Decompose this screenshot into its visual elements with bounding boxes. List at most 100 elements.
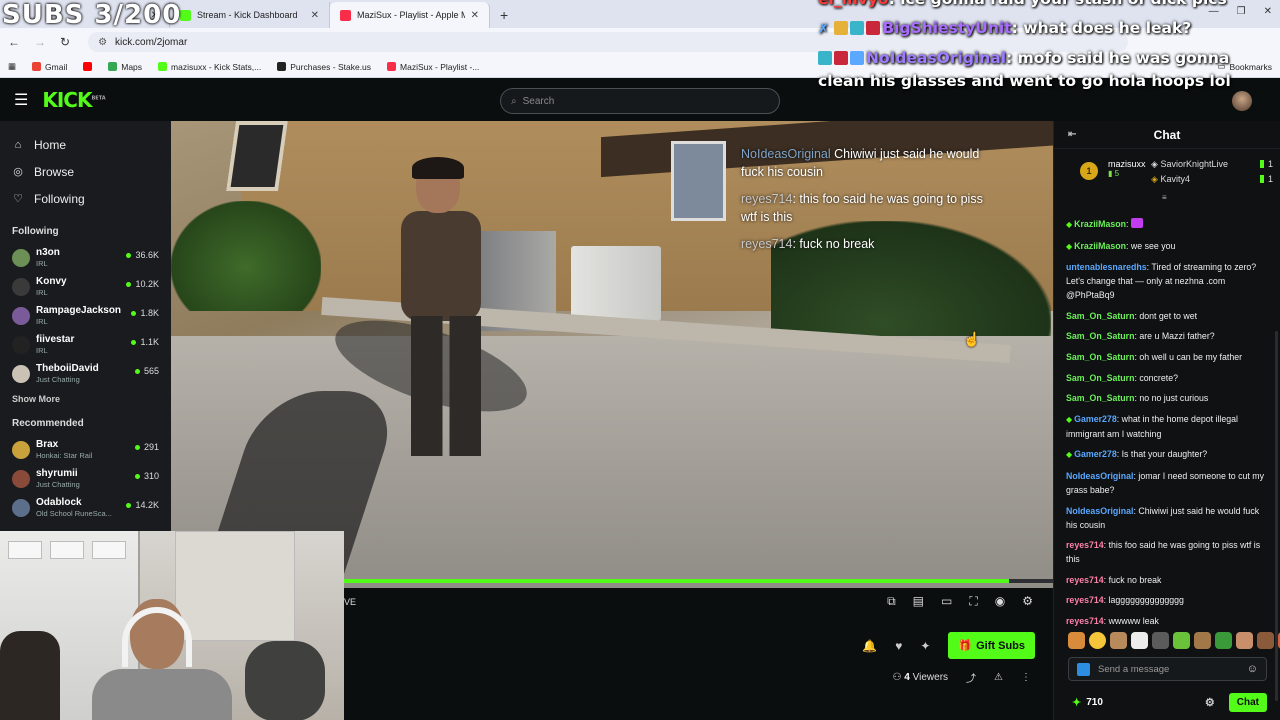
chat-username[interactable]: Sam_On_Saturn (1066, 393, 1134, 403)
gift-subs-button[interactable]: 🎁 Gift Subs (948, 632, 1035, 659)
new-tab-button[interactable]: + (490, 2, 518, 28)
close-tab-icon[interactable]: ✕ (471, 10, 479, 21)
browser-tab-apple-music[interactable]: MaziSux - Playlist - Apple Music ✕ (330, 2, 490, 28)
following-channel[interactable]: fiivestar IRL 1.1K (0, 330, 171, 359)
following-channel[interactable]: TheboiiDavid Just Chatting 565 (0, 359, 171, 388)
chat-username[interactable]: Gamer278 (1074, 449, 1117, 459)
report-icon[interactable]: ⚠ (994, 672, 1003, 683)
chat-username[interactable]: Sam_On_Saturn (1066, 311, 1134, 321)
following-channel[interactable]: n3on IRL 36.6K (0, 243, 171, 272)
bookmark-maps[interactable]: Maps (108, 62, 142, 72)
settings-gear-icon[interactable]: ⚙ (1022, 594, 1033, 609)
chat-username[interactable]: untenablesnaredhs (1066, 262, 1147, 272)
show-more-button[interactable]: Show More (0, 394, 171, 404)
chat-username[interactable]: NoIdeasOriginal (1066, 471, 1133, 481)
close-tab-icon[interactable]: ✕ (311, 10, 319, 21)
emote-icon[interactable] (1131, 632, 1148, 649)
more-options-icon[interactable]: ⋮ (1021, 672, 1031, 683)
chat-username[interactable]: KraziiMason (1074, 219, 1126, 229)
nav-home[interactable]: ⌂ Home (0, 131, 171, 158)
recommended-channel[interactable]: Odablock Old School RuneSca... 14.2K (0, 493, 171, 522)
clip-icon[interactable]: ▤ (913, 594, 924, 609)
search-input[interactable]: ⌕ Search (500, 88, 780, 114)
share-icon[interactable]: ⤴ (966, 670, 976, 685)
emote-icon[interactable] (1152, 632, 1169, 649)
nav-browse[interactable]: ◎ Browse (0, 158, 171, 185)
chat-username[interactable]: Sam_On_Saturn (1066, 352, 1134, 362)
avatar (12, 440, 30, 459)
overlay-message: NoIdeasOriginal Chiwiwi just said he wou… (741, 145, 1001, 181)
viewer-count-value: 310 (143, 471, 159, 481)
following-list: n3on IRL 36.6K Konvy IRL 10.2K RampageJackso… (0, 243, 171, 388)
chat-username[interactable]: reyes714 (1066, 575, 1104, 585)
menu-icon[interactable]: ☰ (14, 90, 28, 110)
nav-following[interactable]: ♡ Following (0, 185, 171, 212)
chat-username[interactable]: reyes714 (1066, 616, 1104, 626)
following-channel[interactable]: Konvy IRL 10.2K (0, 272, 171, 301)
notification-bell-icon[interactable]: 🔔 (862, 639, 877, 653)
quality-icon[interactable]: ◉ (995, 594, 1005, 609)
recommended-channel[interactable]: shyrumii Just Chatting 310 (0, 464, 171, 493)
emote-icon[interactable] (1194, 632, 1211, 649)
gifter-list: ◈ SaviorKnightLive 1 ◈ Kavity4 1 (1151, 159, 1273, 189)
badge-icon (834, 51, 848, 65)
bookmark-kick-stats[interactable]: mazisuxx - Kick Stats,... (158, 62, 261, 72)
bookmark-stake[interactable]: Purchases - Stake.us (277, 62, 371, 72)
bookmark-apple-music[interactable]: MaziSux - Playlist -... (387, 62, 479, 72)
chat-username[interactable]: reyes714 (1066, 595, 1104, 605)
chat-username[interactable]: Gamer278 (1074, 414, 1117, 424)
chat-message-input[interactable]: Send a message ☺ (1068, 657, 1267, 681)
emote-icon[interactable] (1089, 632, 1106, 649)
channel-points[interactable]: ✦ 710 (1072, 696, 1103, 709)
back-icon[interactable]: ← (8, 35, 20, 49)
video-player[interactable]: NoIdeasOriginal Chiwiwi just said he wou… (171, 121, 1053, 588)
apps-grid-icon[interactable]: ▦ (8, 61, 16, 72)
pip-icon[interactable]: ⧉ (887, 594, 896, 609)
emote-icon[interactable] (1068, 632, 1085, 649)
emote-bar (1068, 632, 1280, 649)
live-dot-icon (134, 444, 140, 450)
avatar (12, 335, 30, 354)
kick-logo[interactable]: KICKBETA (42, 88, 105, 112)
stream-stats: ⚇ 4 Viewers ⤴ ⚠ ⋮ (893, 670, 1031, 685)
viewer-count-value: 1.8K (140, 308, 159, 318)
chat-username[interactable]: Sam_On_Saturn (1066, 373, 1134, 383)
emoji-picker-icon[interactable]: ☺ (1247, 663, 1258, 675)
chat-username[interactable]: KraziiMason (1074, 241, 1126, 251)
site-info-icon[interactable]: ⚙ (98, 37, 107, 48)
viewer-count: 10.2K (126, 279, 159, 289)
forward-icon[interactable]: → (34, 35, 46, 49)
emote-icon[interactable] (1110, 632, 1127, 649)
emote-icon[interactable] (1215, 632, 1232, 649)
send-chat-button[interactable]: Chat (1228, 693, 1267, 712)
nav-label: Browse (34, 164, 75, 179)
expand-leaderboard-icon[interactable]: ≡ (1162, 193, 1167, 202)
collapse-chat-icon[interactable]: ⇤ (1068, 129, 1076, 140)
chat-username[interactable]: Sam_On_Saturn (1066, 331, 1134, 341)
browser-tab-kick-dashboard[interactable]: Stream - Kick Dashboard ✕ (170, 2, 330, 28)
emote-icon[interactable] (1236, 632, 1253, 649)
chat-username[interactable]: reyes714 (1066, 540, 1104, 550)
live-dot-icon (134, 473, 140, 479)
chat-footer: ✦ 710 ⚙ Chat (1072, 693, 1267, 712)
badge-icon: ◆ (1066, 450, 1073, 460)
chat-username[interactable]: NoIdeasOriginal (1066, 506, 1133, 516)
emote-icon[interactable] (1257, 632, 1274, 649)
avatar (12, 498, 30, 517)
obs-chat-message: NoIdeasOriginal: mofo said he was gonna … (818, 49, 1231, 90)
kick-emote-icon[interactable] (1077, 662, 1090, 676)
gem-icon: ◈ (1151, 174, 1158, 184)
bookmark-gmail[interactable]: Gmail (32, 62, 67, 72)
reload-icon[interactable]: ↻ (60, 35, 70, 49)
fullscreen-icon[interactable]: ⛶ (969, 594, 977, 609)
sparkle-icon[interactable]: ✦ (920, 639, 930, 653)
chat-settings-gear-icon[interactable]: ⚙ (1205, 696, 1215, 709)
chat-message: NoIdeasOriginal: jomar I need someone to… (1066, 470, 1265, 495)
bookmark-youtube[interactable] (83, 62, 93, 71)
following-channel[interactable]: RampageJackson IRL 1.8K (0, 301, 171, 330)
recommended-channel[interactable]: Brax Honkai: Star Rail 291 (0, 435, 171, 464)
theater-mode-icon[interactable]: ▭ (941, 594, 952, 609)
nav-label: Following (34, 191, 85, 206)
emote-icon[interactable] (1173, 632, 1190, 649)
follow-heart-icon[interactable]: ♥ (895, 639, 902, 653)
